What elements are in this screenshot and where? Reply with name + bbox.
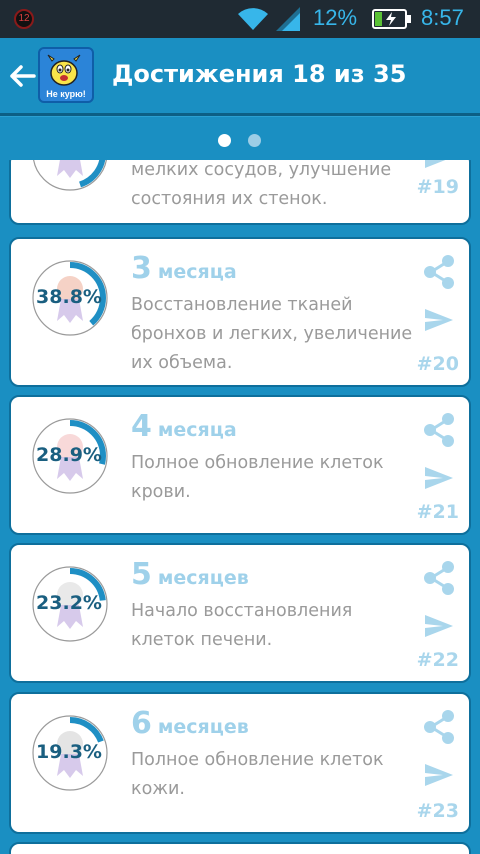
achievement-card[interactable]: мелких сосудов, улучшение состояния их с… [9, 160, 471, 225]
page-title: Достижения 18 из 35 [112, 60, 407, 88]
achievement-period: 3 месяца [131, 251, 237, 286]
progress-percent: 19.3% [36, 741, 102, 763]
progress-percent: 38.8% [36, 286, 102, 308]
period-unit: месяца [157, 419, 237, 441]
action-bar: Не курю! Достижения 18 из 35 [0, 38, 480, 116]
achievement-card[interactable]: 28.9% 4 месяца Полное обновление клеток кро… [9, 395, 471, 535]
achievement-number: #19 [416, 176, 459, 198]
progress-ring [33, 160, 107, 191]
page-dot-active[interactable] [218, 134, 231, 147]
share-icon[interactable] [423, 710, 455, 744]
achievement-period: 6 месяцев [131, 706, 249, 741]
period-unit: месяцев [157, 716, 249, 738]
clock: 8:57 [421, 5, 464, 30]
achievement-card[interactable] [9, 842, 471, 854]
share-icon[interactable] [423, 413, 455, 447]
period-number: 6 [131, 706, 152, 741]
achievements-list[interactable]: мелких сосудов, улучшение состояния их с… [0, 160, 480, 854]
achievement-description: мелких сосудов, улучшение состояния их с… [131, 160, 392, 209]
share-icon[interactable] [423, 561, 455, 595]
period-number: 5 [131, 557, 152, 592]
wifi-icon [238, 8, 268, 30]
achievement-period: 4 месяца [131, 409, 237, 444]
achievement-number: #20 [416, 353, 459, 375]
achievement-period: 5 месяцев [131, 557, 249, 592]
send-icon[interactable] [423, 465, 455, 491]
achievement-description: Восстановление тканей бронхов и легких, … [131, 295, 413, 373]
achievement-description: Полное обновление клеток кожи. [131, 750, 384, 799]
battery-percent: 12% [313, 5, 358, 30]
period-number: 3 [131, 251, 152, 286]
period-unit: месяца [157, 261, 237, 283]
page-indicator [0, 116, 480, 160]
page-dot-inactive[interactable] [248, 134, 261, 147]
notification-badge-icon: 12 [14, 9, 34, 29]
signal-icon [276, 7, 300, 31]
achievement-card[interactable]: 38.8% 3 месяца Восстановление тканей бронхо… [9, 237, 471, 387]
share-icon[interactable] [423, 255, 455, 289]
status-bar: 12 12% 8:57 [0, 0, 480, 38]
progress-percent: 28.9% [36, 444, 102, 466]
send-icon[interactable] [423, 307, 455, 333]
logo-text: Не курю! [46, 89, 86, 99]
achievement-description: Полное обновление клеток крови. [131, 453, 384, 502]
achievement-number: #23 [416, 800, 459, 822]
battery-charging-icon [372, 9, 411, 29]
progress-percent: 23.2% [36, 592, 102, 614]
send-icon[interactable] [423, 762, 455, 788]
period-number: 4 [131, 409, 152, 444]
achievement-number: #21 [416, 501, 459, 523]
achievement-number: #22 [416, 649, 459, 671]
achievement-card[interactable]: 23.2% 5 месяцев Начало восстановления клето… [9, 543, 471, 683]
send-icon[interactable] [423, 613, 455, 639]
send-icon[interactable] [423, 160, 455, 170]
period-unit: месяцев [157, 567, 249, 589]
app-logo: Не курю! [38, 47, 94, 103]
achievement-card[interactable]: 19.3% 6 месяцев Полное обновление клеток ко… [9, 692, 471, 834]
achievement-description: Начало восстановления клеток печени. [131, 601, 353, 650]
arrow-left-icon[interactable] [8, 64, 36, 88]
